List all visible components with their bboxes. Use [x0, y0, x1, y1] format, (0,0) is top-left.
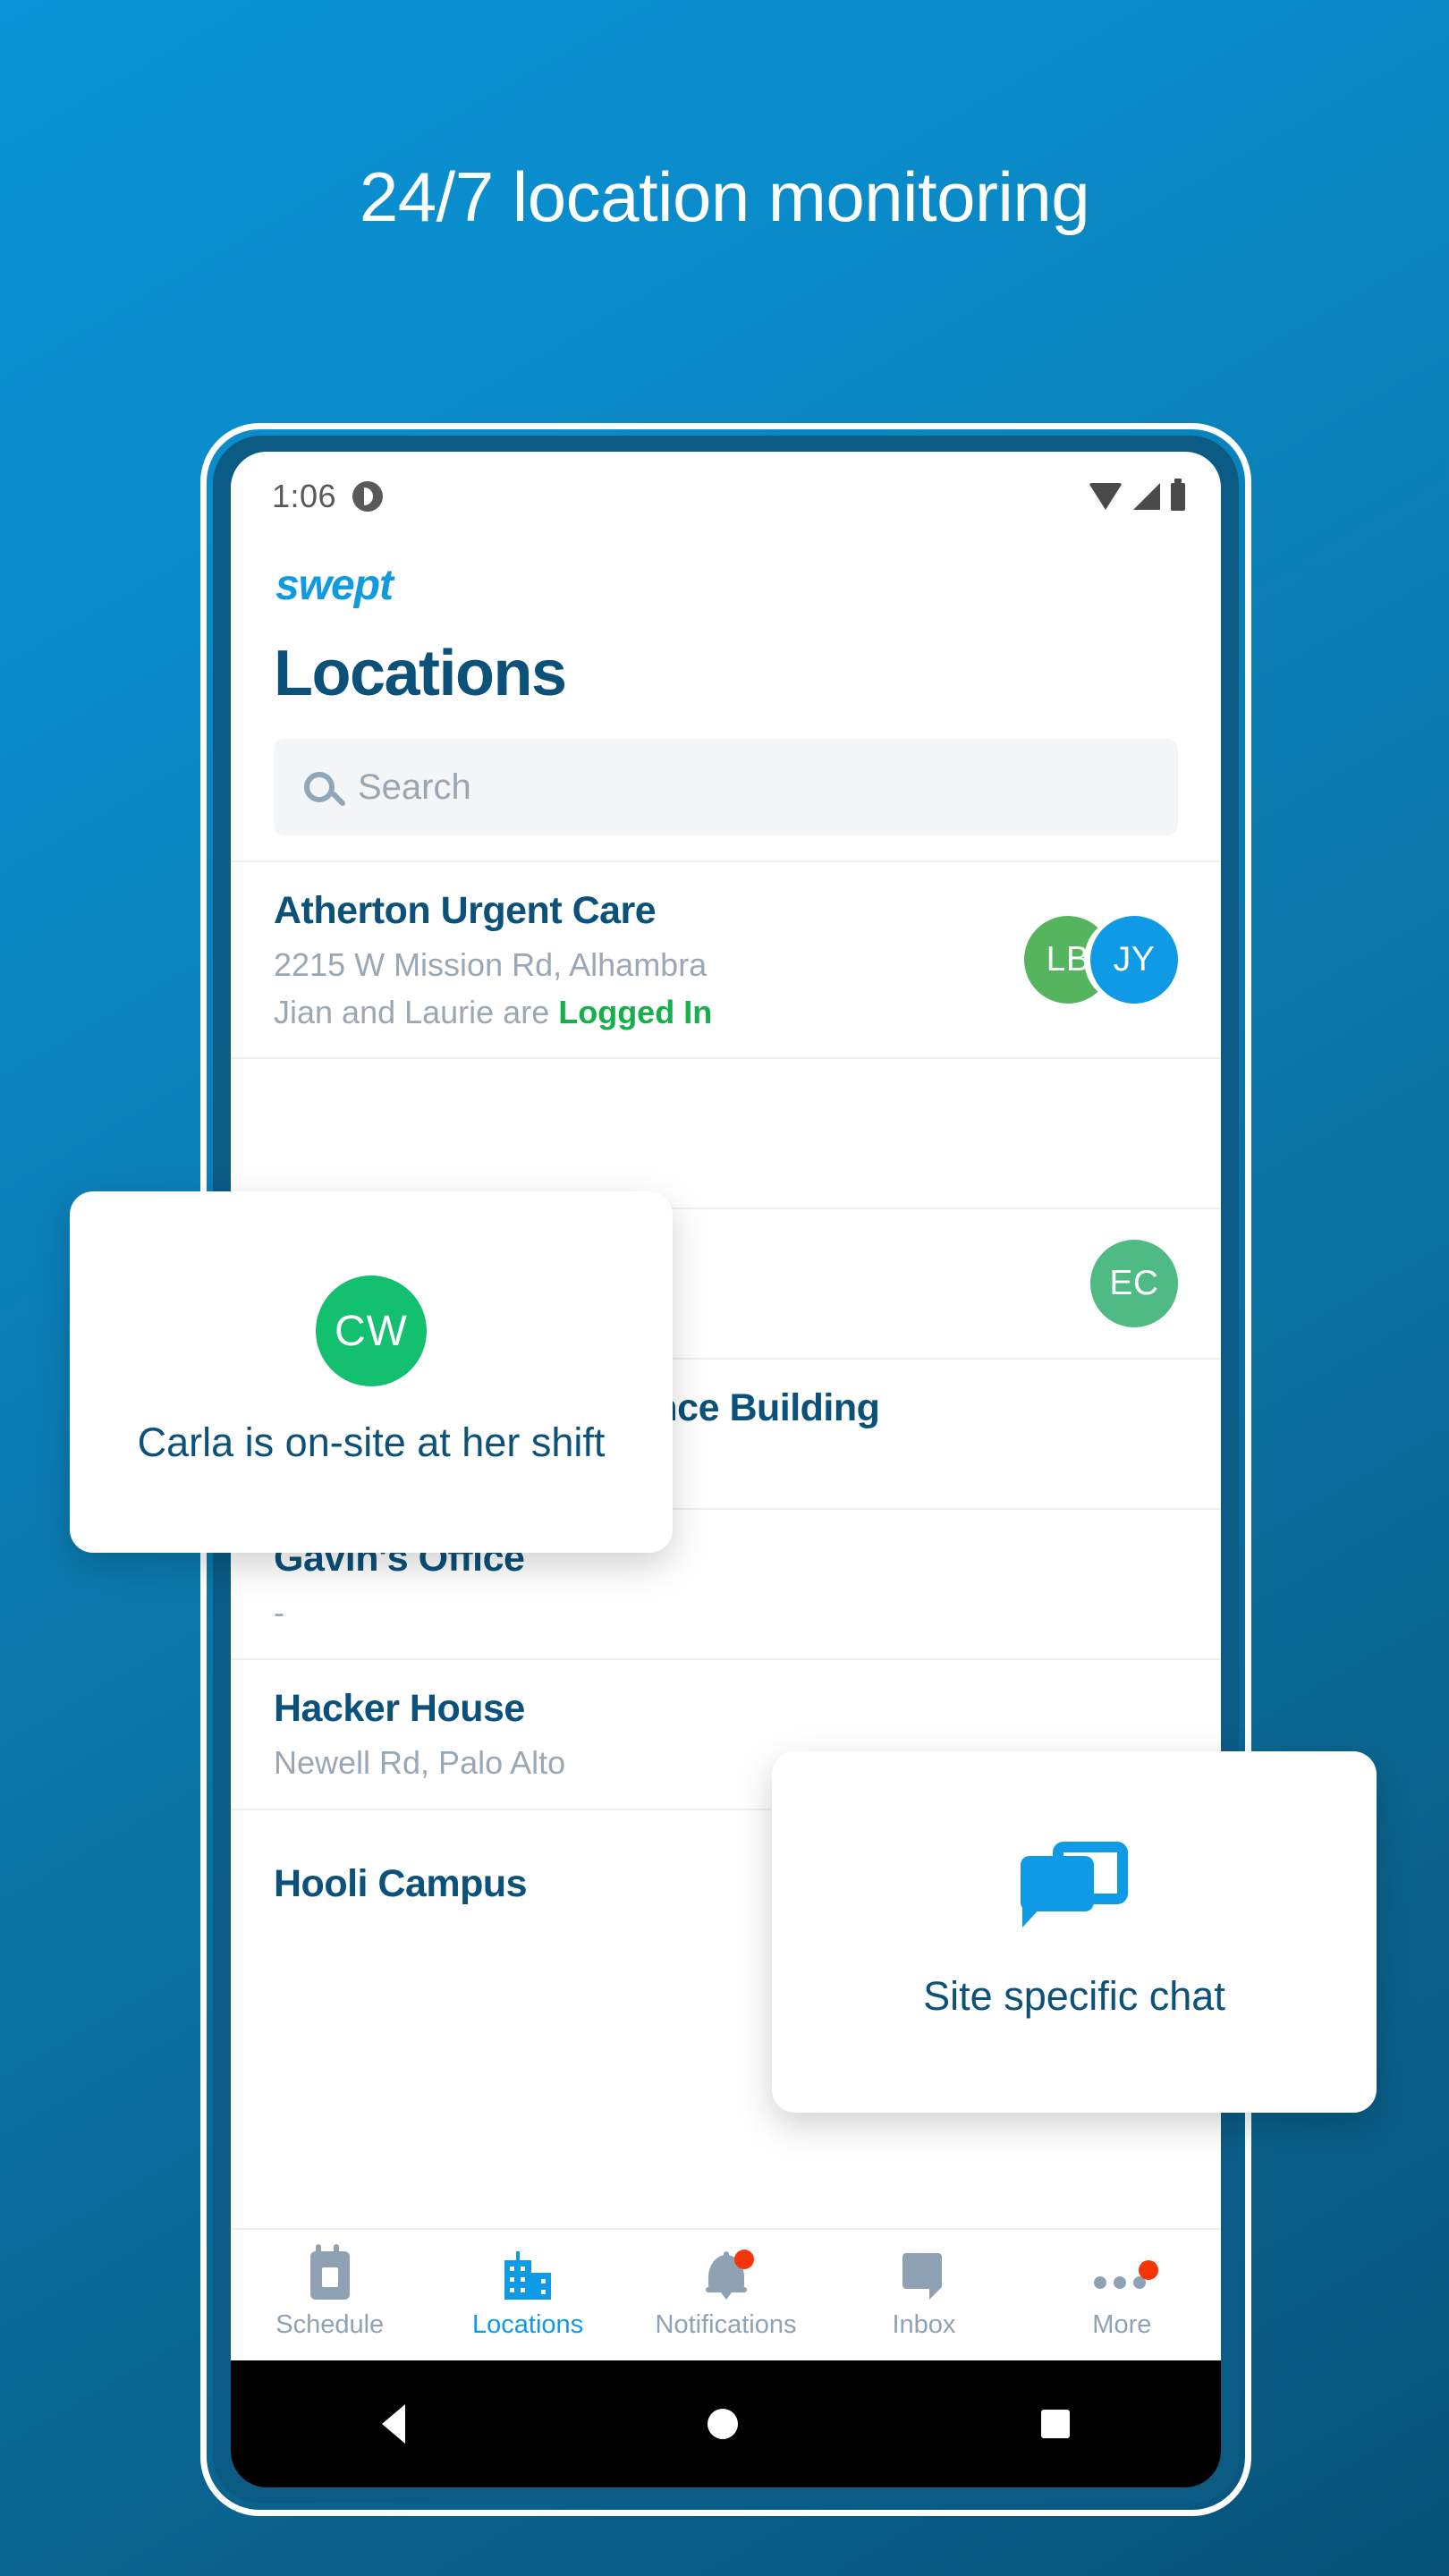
bottom-tab-bar: Schedule Locations Notifications Inbox M…: [231, 2228, 1221, 2360]
avatar[interactable]: JY: [1090, 915, 1178, 1004]
search-placeholder: Search: [358, 767, 471, 807]
notification-badge: [733, 2249, 754, 2269]
status-bar-left: 1:06: [272, 478, 384, 515]
tab-locations[interactable]: Locations: [428, 2250, 626, 2340]
location-address: 2215 W Mission Rd, Alhambra: [274, 945, 708, 983]
android-navigation-bar: [231, 2360, 1221, 2487]
wifi-icon: [1089, 483, 1123, 510]
tab-label: Locations: [472, 2309, 584, 2339]
avatar: CW: [316, 1275, 427, 1387]
status-bar-right: [1089, 478, 1185, 511]
ellipsis-icon: [1094, 2251, 1159, 2300]
location-text: [274, 1129, 1178, 1138]
calendar-icon: [309, 2243, 350, 2300]
status-badge: Logged In: [558, 993, 713, 1030]
location-address: -: [274, 1594, 284, 1631]
avatar-group: EC: [1090, 1239, 1178, 1327]
tab-inbox[interactable]: Inbox: [825, 2251, 1022, 2340]
signal-icon: [1133, 483, 1160, 510]
tab-label: Inbox: [892, 2309, 956, 2339]
app-indicator-icon: [352, 481, 384, 512]
tooltip-card-chat: Site specific chat: [772, 1751, 1377, 2113]
app-brand-logo: swept: [275, 562, 394, 609]
home-button[interactable]: [708, 2409, 739, 2439]
tab-schedule[interactable]: Schedule: [231, 2243, 428, 2340]
location-status-prefix: Jian and Laurie are: [274, 993, 559, 1030]
table-row[interactable]: [231, 1056, 1221, 1208]
location-name: Atherton Urgent Care: [274, 889, 657, 932]
tab-notifications[interactable]: Notifications: [627, 2249, 825, 2340]
search-input[interactable]: Search: [274, 739, 1178, 835]
status-bar-clock: 1:06: [272, 478, 337, 514]
page-headline: 24/7 location monitoring: [359, 157, 1090, 236]
tab-label: Schedule: [275, 2309, 385, 2339]
tooltip-text: Carla is on-site at her shift: [137, 1419, 606, 1466]
building-icon: [504, 2250, 552, 2300]
status-bar: 1:06: [231, 452, 1221, 541]
avatar-group: LB JY: [1024, 915, 1178, 1004]
chat-bubble-icon: [902, 2251, 945, 2300]
tab-label: More: [1092, 2309, 1152, 2339]
back-button[interactable]: [382, 2404, 406, 2444]
recents-button[interactable]: [1040, 2410, 1070, 2438]
search-container: Search: [231, 710, 1221, 835]
tooltip-text: Site specific chat: [923, 1973, 1225, 2020]
battery-icon: [1171, 478, 1185, 511]
bell-icon: [705, 2249, 754, 2300]
table-row[interactable]: Atherton Urgent Care 2215 W Mission Rd, …: [231, 860, 1221, 1057]
tooltip-card-onsite: CW Carla is on-site at her shift: [70, 1191, 673, 1553]
double-chat-bubble-icon: [1021, 1842, 1128, 1931]
avatar[interactable]: EC: [1090, 1239, 1178, 1327]
tab-more[interactable]: More: [1023, 2251, 1221, 2340]
location-status: Jian and Laurie are Logged In: [274, 992, 1024, 1032]
search-icon: [304, 772, 335, 802]
more-badge: [1139, 2259, 1159, 2280]
tab-label: Notifications: [655, 2309, 797, 2339]
location-name: Hacker House: [274, 1687, 525, 1731]
location-text: Atherton Urgent Care 2215 W Mission Rd, …: [274, 887, 1024, 1032]
page-title: Locations: [274, 638, 567, 709]
